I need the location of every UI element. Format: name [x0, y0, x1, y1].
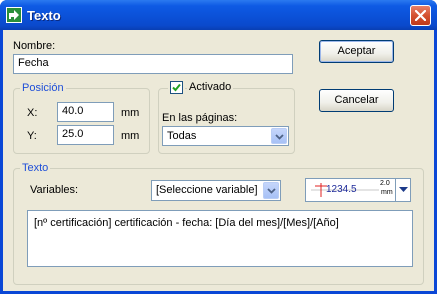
chevron-down-icon	[267, 188, 276, 194]
dialog-body: Nombre: Fecha Aceptar Cancelar Posición …	[3, 30, 434, 291]
x-unit: mm	[121, 107, 140, 119]
app-icon	[6, 7, 22, 23]
x-input[interactable]: 40.0	[57, 102, 114, 122]
format-preview-text: 1234.5	[326, 184, 357, 195]
x-label: X:	[27, 107, 38, 119]
dialog-window: Texto Nombre: Fecha Aceptar Cancelar Pos…	[0, 0, 437, 294]
accept-button[interactable]: Aceptar	[319, 40, 394, 63]
variables-select-arrow[interactable]	[263, 182, 279, 199]
format-divider	[395, 179, 396, 201]
pages-label: En las páginas:	[162, 112, 238, 124]
activated-label: Activado	[187, 81, 234, 93]
variables-select-value: [Seleccione variable]	[156, 184, 258, 196]
format-dropdown-icon[interactable]	[399, 187, 408, 193]
y-label: Y:	[27, 130, 37, 142]
pages-select-value: Todas	[167, 130, 197, 142]
pages-select-arrow[interactable]	[271, 128, 287, 144]
y-unit: mm	[121, 130, 140, 142]
close-button[interactable]	[410, 5, 431, 26]
variables-label: Variables:	[30, 184, 79, 196]
title-bar[interactable]: Texto	[0, 0, 437, 30]
spacing-value: 2.0	[380, 180, 390, 187]
check-icon	[172, 83, 181, 92]
text-content-area[interactable]: [nº certificación] certificación - fecha…	[27, 210, 413, 267]
position-group-title: Posición	[20, 82, 66, 94]
pages-select[interactable]: Todas	[162, 126, 289, 146]
y-input[interactable]: 25.0	[57, 125, 114, 145]
text-format-control[interactable]: 1234.5 2.0 mm	[305, 178, 411, 202]
spacing-unit: mm	[381, 189, 393, 196]
name-label: Nombre:	[13, 40, 56, 52]
cancel-button[interactable]: Cancelar	[319, 89, 394, 112]
name-field[interactable]: Fecha	[13, 54, 293, 74]
window-title: Texto	[27, 8, 61, 23]
chevron-down-icon	[275, 134, 284, 140]
variables-select[interactable]: [Seleccione variable]	[151, 180, 281, 201]
text-group-title: Texto	[20, 162, 51, 174]
activated-checkbox[interactable]	[170, 81, 183, 94]
close-icon	[415, 10, 426, 21]
